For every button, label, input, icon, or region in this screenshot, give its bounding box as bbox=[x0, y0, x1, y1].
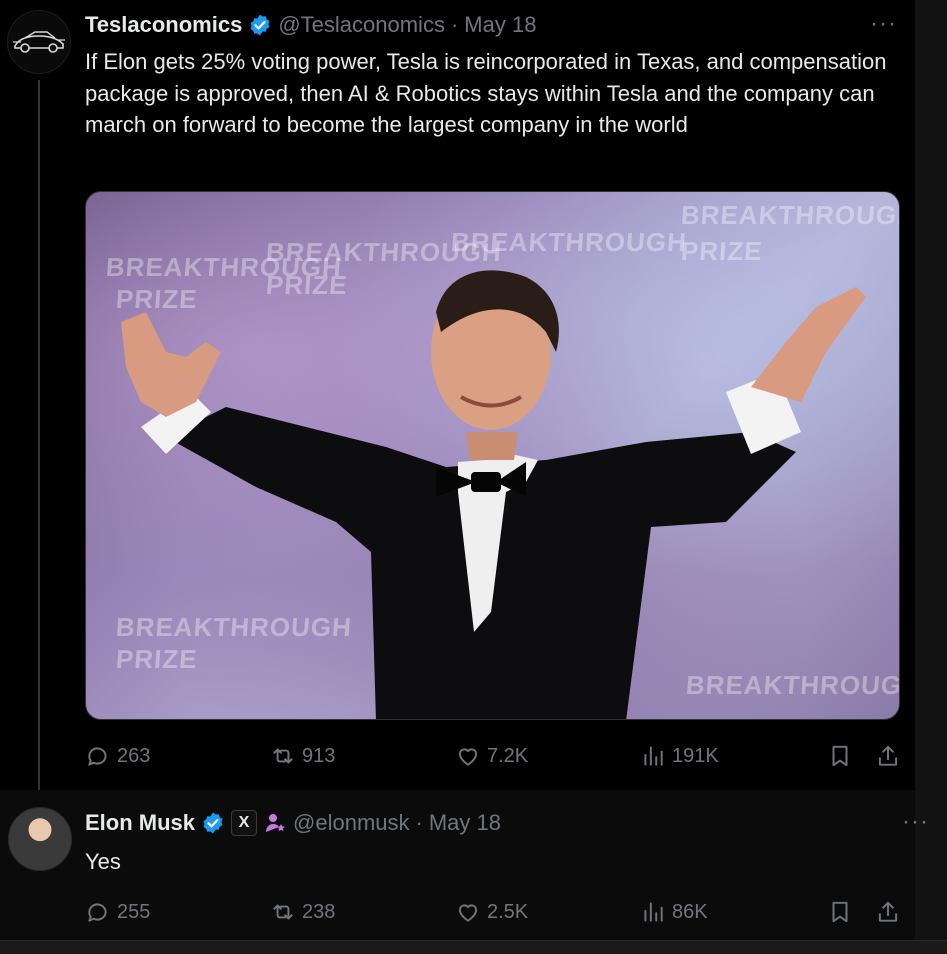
verified-icon bbox=[203, 812, 223, 834]
timestamp[interactable]: May 18 bbox=[429, 810, 501, 836]
tweet-teslaconomics[interactable]: Teslaconomics @Teslaconomics · May 18 ··… bbox=[0, 0, 915, 805]
repost-icon bbox=[273, 904, 293, 920]
tweet-header: Teslaconomics @Teslaconomics · May 18 bbox=[85, 12, 536, 38]
tweet-header: Elon Musk X @elonmusk · May 18 bbox=[85, 810, 501, 836]
avatar[interactable] bbox=[7, 10, 71, 74]
tweet-text: If Elon gets 25% voting power, Tesla is … bbox=[85, 49, 887, 137]
share-icon bbox=[878, 745, 898, 766]
x-affiliate-icon[interactable]: X bbox=[231, 810, 258, 836]
repost-button[interactable]: 238 bbox=[270, 899, 335, 925]
handle[interactable]: @Teslaconomics bbox=[278, 12, 445, 38]
reply-icon bbox=[88, 903, 107, 922]
action-bar: 263 913 7.2K 191K bbox=[85, 740, 900, 772]
like-icon bbox=[458, 904, 478, 922]
repost-button[interactable]: 913 bbox=[270, 743, 335, 769]
views-icon bbox=[644, 902, 663, 922]
display-name[interactable]: Teslaconomics bbox=[85, 12, 242, 38]
like-button[interactable]: 2.5K bbox=[455, 899, 528, 925]
views-button[interactable]: 191K bbox=[640, 743, 719, 769]
more-options-button[interactable]: ··· bbox=[902, 808, 929, 836]
views-button[interactable]: 86K bbox=[640, 899, 708, 925]
reply-button[interactable]: 255 bbox=[85, 899, 150, 925]
reply-count: 263 bbox=[117, 744, 151, 767]
timestamp[interactable]: May 18 bbox=[464, 12, 536, 38]
reply-icon bbox=[88, 747, 107, 766]
separator-dot: · bbox=[415, 810, 423, 835]
views-icon bbox=[644, 746, 663, 766]
share-icon bbox=[878, 901, 898, 922]
like-count: 7.2K bbox=[487, 744, 529, 767]
person-figure bbox=[121, 270, 866, 719]
views-count: 86K bbox=[672, 900, 708, 923]
person-badge-icon bbox=[266, 814, 285, 832]
reply-count: 255 bbox=[117, 900, 151, 923]
share-button[interactable] bbox=[875, 743, 901, 769]
car-logo-icon bbox=[13, 31, 65, 53]
repost-count: 913 bbox=[302, 744, 336, 767]
bookmark-icon bbox=[832, 901, 848, 923]
bookmark-button[interactable] bbox=[827, 899, 853, 925]
avatar[interactable] bbox=[8, 807, 72, 871]
action-bar: 255 238 2.5K 86K bbox=[85, 896, 900, 928]
tweet-photo[interactable]: BREAKTHROUGH PRIZE BREAKTHROUGH PRIZE BR… bbox=[85, 191, 900, 720]
verified-icon bbox=[250, 14, 270, 36]
share-button[interactable] bbox=[875, 899, 901, 925]
handle[interactable]: @elonmusk bbox=[293, 810, 410, 836]
like-button[interactable]: 7.2K bbox=[455, 743, 528, 769]
repost-icon bbox=[273, 748, 293, 764]
views-count: 191K bbox=[672, 744, 719, 767]
tweet-text: Yes bbox=[85, 849, 121, 874]
repost-count: 238 bbox=[302, 900, 336, 923]
like-count: 2.5K bbox=[487, 900, 529, 923]
bottom-bar bbox=[0, 940, 947, 954]
like-icon bbox=[458, 748, 478, 766]
display-name[interactable]: Elon Musk bbox=[85, 810, 195, 836]
bookmark-icon bbox=[832, 745, 848, 767]
separator-dot: · bbox=[450, 12, 459, 37]
more-options-button[interactable]: ··· bbox=[870, 10, 897, 38]
reply-button[interactable]: 263 bbox=[85, 743, 150, 769]
thread-line bbox=[38, 80, 40, 805]
bookmark-button[interactable] bbox=[827, 743, 853, 769]
